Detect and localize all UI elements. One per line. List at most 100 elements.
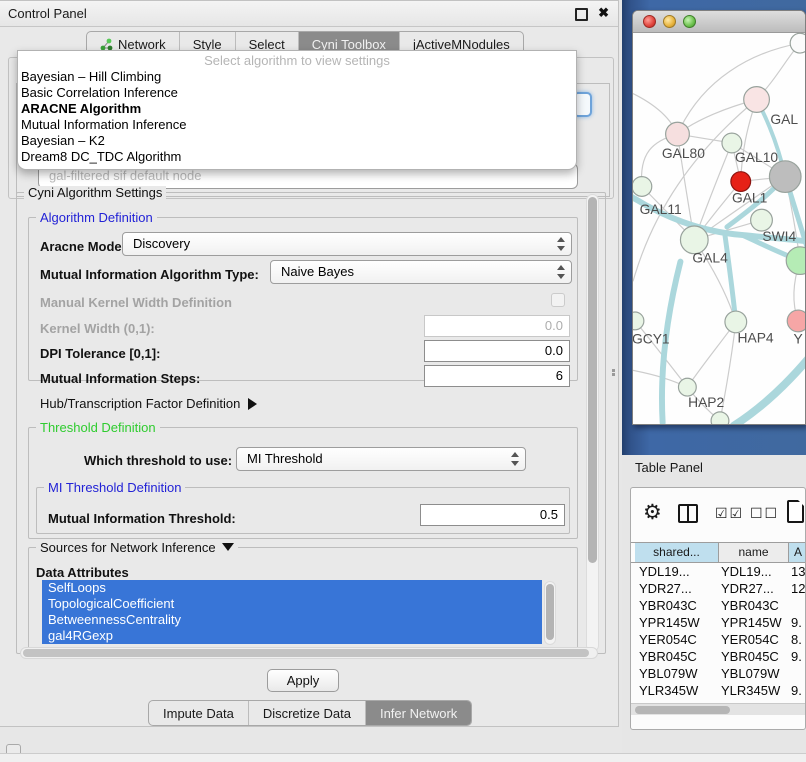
attributes-list-scrollbar-thumb[interactable]	[546, 584, 554, 640]
settings-vertical-scrollbar-thumb[interactable]	[588, 197, 597, 563]
table-row[interactable]: YBL079W YBL079W	[631, 665, 806, 682]
tab-infer-network[interactable]: Infer Network	[366, 701, 471, 725]
table-horizontal-scrollbar[interactable]	[631, 703, 806, 715]
table-panel-title: Table Panel	[635, 460, 703, 475]
mi-threshold-title: MI Threshold Definition	[44, 481, 185, 495]
mi-threshold-label: Mutual Information Threshold:	[48, 511, 236, 526]
network-node-label: GAL80	[662, 145, 705, 161]
data-attribute-item[interactable]: SelfLoops	[42, 580, 542, 596]
data-attribute-item[interactable]: BetweennessCentrality	[42, 612, 542, 628]
network-node[interactable]	[787, 310, 805, 332]
cell-name: YPR145W	[721, 614, 789, 631]
apply-button[interactable]: Apply	[267, 669, 339, 692]
deselect-all-columns-icon[interactable]: ☐☐	[750, 505, 779, 522]
kernel-width-input[interactable]: 0.0	[424, 315, 570, 337]
algorithm-option[interactable]: Bayesian – K2	[18, 133, 576, 149]
network-node[interactable]	[666, 122, 690, 146]
network-canvas[interactable]: GALGAL80GAL10GAL1GAL11SWI4GAL4GCY1HAP4YH…	[633, 33, 805, 424]
network-node[interactable]	[633, 177, 652, 197]
minimize-window-icon[interactable]	[663, 15, 676, 28]
sources-title[interactable]: Sources for Network Inference	[36, 541, 238, 555]
cyni-settings-title: Cyni Algorithm Settings	[24, 186, 166, 200]
float-panel-icon[interactable]	[575, 8, 588, 21]
table-row[interactable]: YBR043C YBR043C	[631, 597, 806, 614]
table-row[interactable]: YER054C YER054C 8.	[631, 631, 806, 648]
zoom-window-icon[interactable]	[683, 15, 696, 28]
cell-value: 9.	[791, 682, 806, 699]
expand-right-icon	[248, 398, 257, 410]
table-row[interactable]: YPR145W YPR145W 9.	[631, 614, 806, 631]
algorithm-option[interactable]: Mutual Information Inference	[18, 117, 576, 133]
network-node-label: GAL11	[640, 201, 682, 217]
table-row[interactable]: YBR045C YBR045C 9.	[631, 648, 806, 665]
split-columns-icon[interactable]	[678, 504, 698, 523]
manual-kernel-checkbox[interactable]	[551, 293, 565, 307]
network-icon	[100, 38, 113, 51]
algorithm-option[interactable]: ARACNE Algorithm	[18, 101, 576, 117]
cyni-mode-tab-bar: Impute Data Discretize Data Infer Networ…	[148, 700, 472, 726]
network-node-label: GAL10	[735, 149, 778, 165]
algorithm-popup-placeholder: Select algorithm to view settings	[18, 52, 576, 69]
network-node-label: Y	[793, 331, 802, 347]
algorithm-definition-title: Algorithm Definition	[36, 211, 157, 225]
network-node-label: GAL4	[692, 250, 728, 266]
status-bar	[0, 753, 806, 762]
aracne-mode-combo[interactable]: Discovery	[122, 232, 572, 256]
close-panel-icon[interactable]: ✖	[598, 5, 609, 21]
algorithm-option[interactable]: Basic Correlation Inference	[18, 85, 576, 101]
network-node-label: HAP4	[738, 330, 774, 346]
network-window-titlebar[interactable]	[633, 11, 805, 33]
settings-vertical-scrollbar[interactable]	[586, 194, 599, 652]
combo-spinner-icon	[557, 265, 564, 279]
cell-value: 13	[791, 563, 806, 580]
control-panel-title: Control Panel	[8, 6, 87, 21]
cell-name: YBR045C	[721, 648, 789, 665]
network-node[interactable]	[786, 247, 805, 275]
mi-threshold-input[interactable]: 0.5	[420, 504, 565, 526]
which-threshold-combo[interactable]: MI Threshold	[236, 447, 526, 471]
network-node[interactable]	[711, 412, 729, 424]
column-header-shared-name[interactable]: shared...	[635, 543, 719, 562]
hub-definition-expander[interactable]: Hub/Transcription Factor Definition	[40, 396, 257, 411]
new-table-icon[interactable]	[787, 500, 804, 523]
table-row[interactable]: YDR27... YDR27... 12	[631, 580, 806, 597]
network-node[interactable]	[769, 161, 801, 193]
table-row[interactable]: YLR345W YLR345W 9.	[631, 682, 806, 699]
tab-discretize-data[interactable]: Discretize Data	[249, 701, 366, 725]
mi-type-combo[interactable]: Naive Bayes	[270, 260, 572, 284]
tab-impute-data[interactable]: Impute Data	[149, 701, 249, 725]
network-node[interactable]	[744, 87, 770, 113]
table-row[interactable]: YDL19... YDL19... 13	[631, 563, 806, 580]
cell-name: YLR345W	[721, 682, 789, 699]
network-node-label: GAL1	[732, 189, 768, 205]
data-attribute-item[interactable]: TopologicalCoefficient	[42, 596, 542, 612]
column-header-name[interactable]: name	[719, 543, 789, 562]
network-node[interactable]	[790, 33, 805, 53]
attributes-list-scrollbar[interactable]	[544, 581, 556, 645]
settings-horizontal-scrollbar[interactable]	[20, 647, 598, 659]
algorithm-option[interactable]: Dream8 DC_TDC Algorithm	[18, 149, 576, 165]
mi-steps-input[interactable]: 6	[424, 365, 570, 387]
network-nodes-layer: GALGAL80GAL10GAL1GAL11SWI4GAL4GCY1HAP4YH…	[633, 33, 805, 424]
column-header-partial[interactable]: A	[789, 543, 806, 562]
cell-value: 8.	[791, 631, 806, 648]
dpi-tolerance-input[interactable]: 0.0	[424, 340, 570, 362]
network-node[interactable]	[633, 312, 644, 330]
close-window-icon[interactable]	[643, 15, 656, 28]
table-horizontal-scrollbar-thumb[interactable]	[635, 706, 730, 714]
algorithm-option[interactable]: Bayesian – Hill Climbing	[18, 69, 576, 85]
cell-name: YBL079W	[721, 665, 789, 682]
gear-icon[interactable]: ⚙	[643, 500, 662, 525]
manual-kernel-label: Manual Kernel Width Definition	[40, 295, 232, 310]
cell-shared-name: YLR345W	[639, 682, 717, 699]
select-all-columns-icon[interactable]: ☑☑	[715, 505, 744, 522]
panel-splitter-grip[interactable]	[610, 368, 617, 377]
mi-type-label: Mutual Information Algorithm Type:	[40, 267, 259, 282]
settings-horizontal-scrollbar-thumb[interactable]	[23, 649, 589, 657]
data-attribute-item[interactable]: gal4RGexp	[42, 628, 542, 644]
network-view-window[interactable]: GALGAL80GAL10GAL1GAL11SWI4GAL4GCY1HAP4YH…	[632, 10, 806, 425]
cell-name: YER054C	[721, 631, 789, 648]
cell-value: 9.	[791, 648, 806, 665]
cell-name: YDL19...	[721, 563, 789, 580]
right-desktop-area: GALGAL80GAL10GAL1GAL11SWI4GAL4GCY1HAP4YH…	[622, 0, 806, 762]
